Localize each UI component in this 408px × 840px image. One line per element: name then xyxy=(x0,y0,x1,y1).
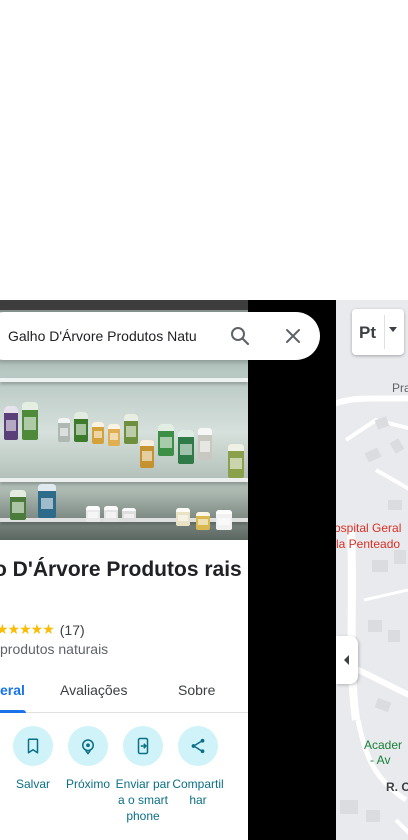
product-jar xyxy=(228,444,244,478)
product-jar xyxy=(10,490,26,520)
nearby-button-circle xyxy=(68,726,108,766)
map-label-hospital-line2[interactable]: la Penteado xyxy=(336,537,400,551)
share-label: Compartilhar xyxy=(172,777,224,807)
map-canvas[interactable]: Pra ospital Geral la Penteado Acader - A… xyxy=(336,300,408,840)
photo-shelf xyxy=(0,478,248,482)
search-icon xyxy=(231,327,250,346)
send-to-phone-button[interactable]: Enviar para o smartphone xyxy=(115,726,171,824)
chevron-left-icon xyxy=(344,655,349,665)
product-jar xyxy=(140,440,154,468)
search-bar xyxy=(0,312,320,360)
collapse-panel-button[interactable] xyxy=(336,636,358,684)
language-label: Pt xyxy=(359,323,376,342)
share-button-circle xyxy=(178,726,218,766)
language-button[interactable]: Pt xyxy=(352,309,404,355)
photo-shelf xyxy=(0,378,248,382)
save-button-circle xyxy=(13,726,53,766)
product-jar xyxy=(92,422,104,444)
send-to-phone-button-circle xyxy=(123,726,163,766)
map-label-academia[interactable]: Acader xyxy=(364,738,402,752)
share-icon xyxy=(191,738,205,754)
search-button[interactable] xyxy=(228,324,252,348)
map-loading-gap xyxy=(248,300,336,840)
product-jar xyxy=(198,428,212,460)
nearby-icon xyxy=(82,739,94,755)
product-jar xyxy=(58,418,70,442)
rating-row[interactable]: ★★★★★ (17) xyxy=(0,621,85,638)
product-jar xyxy=(38,484,56,518)
save-label: Salvar xyxy=(15,777,50,791)
product-jar xyxy=(122,508,136,522)
place-title: o D'Árvore Produtos rais xyxy=(0,558,242,581)
product-jar xyxy=(22,402,38,440)
send-to-phone-label: Enviar para o smartphone xyxy=(115,777,171,823)
send-to-phone-icon xyxy=(137,737,149,755)
review-count: (17) xyxy=(59,621,85,638)
search-input[interactable] xyxy=(8,326,198,346)
tab-reviews[interactable]: Avaliações xyxy=(60,682,127,698)
active-tab-indicator xyxy=(0,710,26,713)
photo-top-edge xyxy=(0,300,248,310)
close-button[interactable] xyxy=(281,324,305,348)
caret-down-icon[interactable] xyxy=(389,327,397,332)
map-label-hospital[interactable]: ospital Geral xyxy=(336,521,401,535)
product-jar xyxy=(104,506,118,522)
save-button[interactable]: Salvar xyxy=(5,726,61,792)
product-jar xyxy=(216,510,232,530)
map-label-pra: Pra xyxy=(392,381,408,395)
nearby-label: Próximo xyxy=(65,777,110,791)
map-label-academia-line2[interactable]: - Av xyxy=(370,753,390,767)
language-divider xyxy=(384,315,385,349)
product-jar xyxy=(4,406,18,440)
share-button[interactable]: Compartilhar xyxy=(170,726,226,808)
bookmark-icon xyxy=(27,738,39,754)
map-label-street: R. C xyxy=(386,780,408,794)
place-panel: o D'Árvore Produtos rais ★★★★★ (17) prod… xyxy=(0,300,248,840)
product-jar xyxy=(176,508,190,526)
place-category[interactable]: produtos naturais xyxy=(0,641,108,657)
tab-overview[interactable]: eral xyxy=(0,682,25,698)
star-rating-icon: ★★★★★ xyxy=(0,621,55,637)
product-jar xyxy=(86,506,100,522)
product-jar xyxy=(196,512,210,530)
product-jar xyxy=(178,430,194,464)
product-jar xyxy=(124,414,138,444)
place-tabs: eral Avaliações Sobre xyxy=(0,670,248,713)
close-icon xyxy=(286,329,300,343)
nearby-button[interactable]: Próximo xyxy=(60,726,116,792)
product-jar xyxy=(108,424,120,446)
product-jar xyxy=(74,412,88,442)
product-jar xyxy=(158,424,174,456)
tab-about[interactable]: Sobre xyxy=(178,682,215,698)
